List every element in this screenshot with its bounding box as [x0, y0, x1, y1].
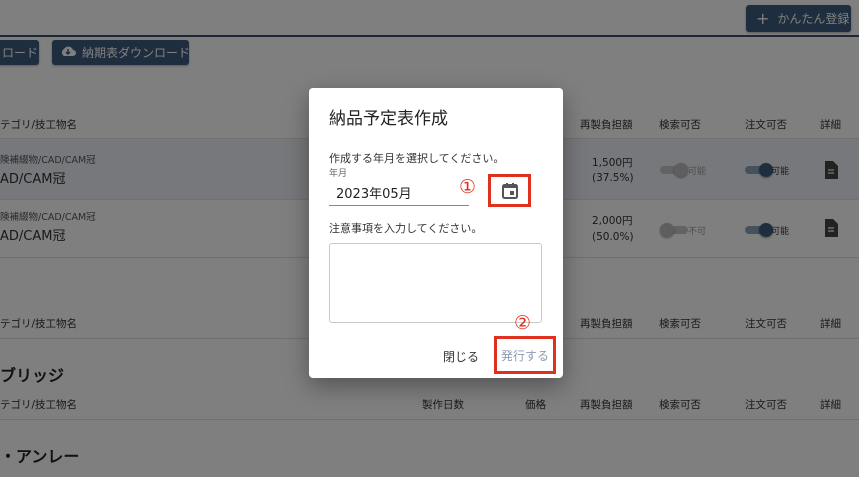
month-prompt: 作成する年月を選択してください。	[329, 152, 505, 165]
dialog-title: 納品予定表作成	[329, 109, 448, 129]
month-input-underline	[329, 205, 469, 206]
notes-prompt: 注意事項を入力してください。	[329, 222, 483, 235]
issue-button-label: 発行する	[500, 348, 549, 363]
delivery-schedule-dialog: 納品予定表作成 作成する年月を選択してください。 年月 2023年05月 ① 注…	[309, 88, 563, 378]
close-button[interactable]: 閉じる	[443, 348, 479, 365]
notes-textarea[interactable]	[329, 243, 542, 323]
month-field-label: 年月	[329, 169, 348, 179]
step-marker-1: ①	[459, 176, 477, 198]
calendar-button[interactable]	[488, 174, 531, 207]
step-marker-2: ②	[514, 312, 532, 334]
month-input[interactable]: 2023年05月	[336, 183, 412, 202]
calendar-icon	[502, 183, 518, 199]
issue-button[interactable]: 発行する	[494, 336, 556, 374]
